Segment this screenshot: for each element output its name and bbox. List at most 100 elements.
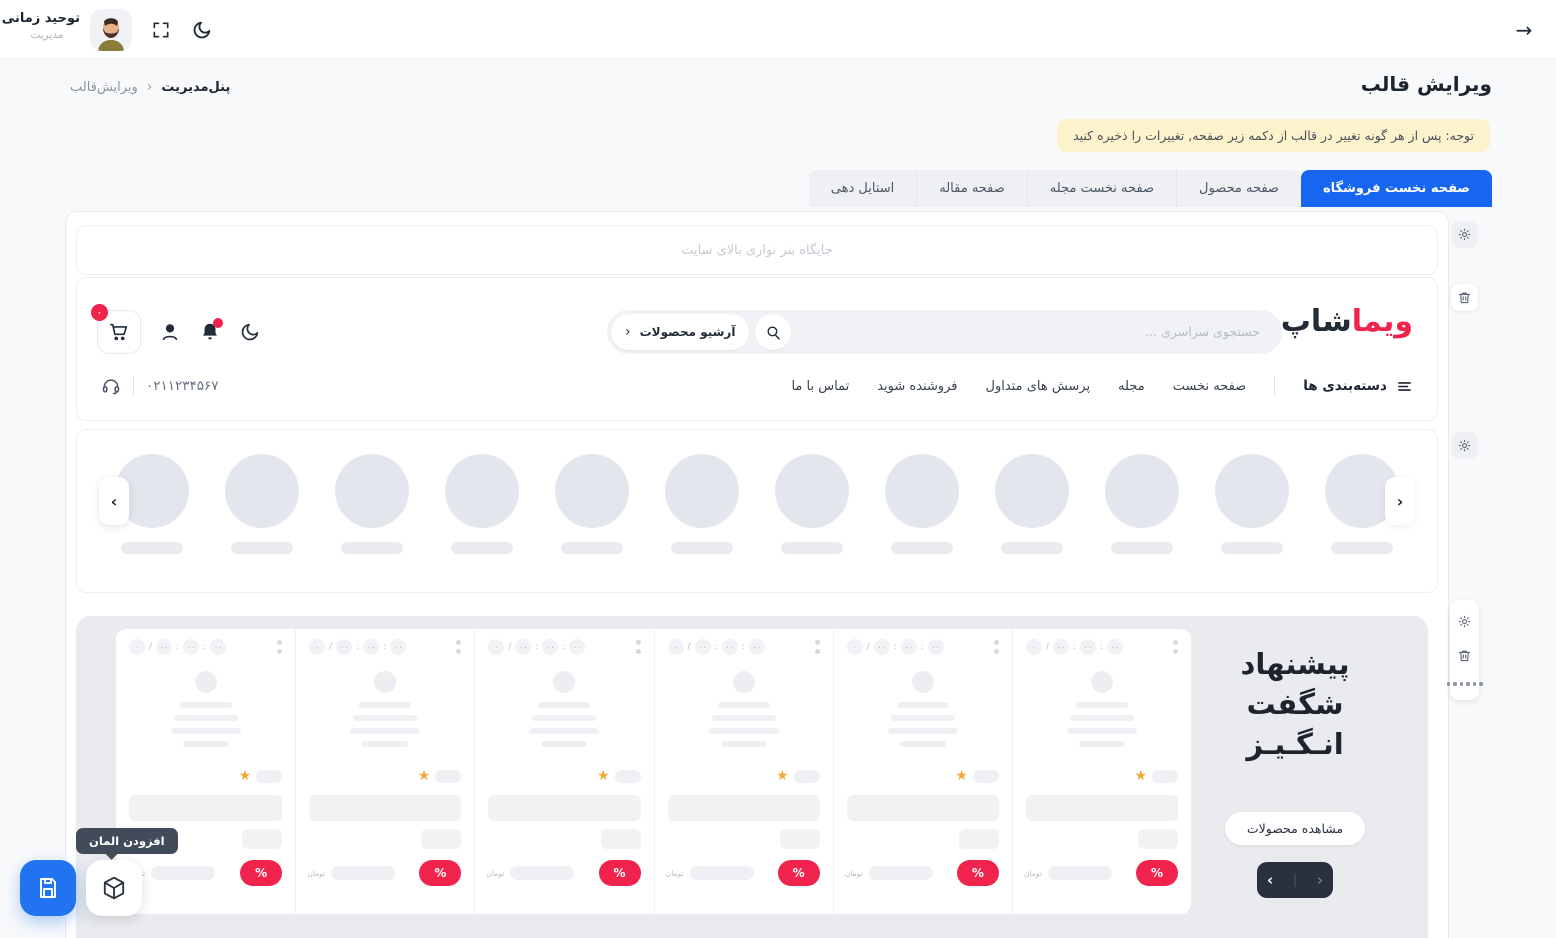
chevron-left-icon: ‹ <box>625 324 631 340</box>
product-card-skeleton: ۰ / ۰۰ : ۰۰ : ۰۰ ★ <box>833 629 1012 914</box>
fullscreen-icon[interactable] <box>149 18 173 42</box>
product-image-placeholder <box>488 671 640 747</box>
breadcrumb-admin-panel[interactable]: پنل‌مدیریت <box>161 80 230 95</box>
admin-topbar: توحید زمانی مدیریت → <box>0 0 1556 59</box>
banner-delete-trash-icon[interactable] <box>1451 284 1478 311</box>
drag-handle-icon[interactable] <box>1447 682 1483 686</box>
category-skeleton-item <box>555 454 629 554</box>
nav-link-contact[interactable]: تماس با ما <box>791 379 849 394</box>
tab-magazine-home[interactable]: صفحه نخست مجله <box>1027 170 1176 207</box>
phone-divider <box>133 376 134 396</box>
carousel-prev-arrow[interactable]: ‹ <box>99 477 129 525</box>
nav-link-magazine[interactable]: مجله <box>1118 379 1145 394</box>
tab-shop-home[interactable]: صفحه نخست فروشگاه <box>1301 170 1492 207</box>
subtitle-placeholder <box>242 829 282 849</box>
kebab-menu-icon <box>636 640 641 654</box>
category-circle-placeholder <box>885 454 959 528</box>
support-phone: ۰۲۱۱۲۳۴۵۶۷ <box>101 376 219 396</box>
search-placeholder: جستجوی سراسری ... <box>1145 324 1260 339</box>
shop-dark-mode-moon-icon[interactable] <box>239 321 261 343</box>
nav-divider <box>1274 376 1275 396</box>
countdown-timer: ۰ / ۰۰ : ۰۰ : ۰۰ <box>1026 639 1123 655</box>
logout-arrow-icon[interactable]: → <box>1510 16 1538 44</box>
subtitle-placeholder <box>1138 829 1178 849</box>
star-icon: ★ <box>776 769 789 783</box>
cart-icon[interactable]: ۰ <box>97 310 141 354</box>
user-account-icon[interactable] <box>159 321 181 343</box>
pagination-prev-icon[interactable]: ‹ <box>1267 871 1273 889</box>
shop-main-nav: دسته‌بندی ها صفحه نخست مجله پرسش های متد… <box>791 376 1413 396</box>
add-element-tooltip: افزودن المان <box>76 828 178 854</box>
nav-link-home[interactable]: صفحه نخست <box>1173 379 1246 394</box>
rating-placeholder <box>973 770 999 783</box>
search-controls: آرشیو محصولات ‹ <box>611 314 791 350</box>
subtitle-placeholder <box>421 829 461 849</box>
price-row: تومان % <box>309 860 461 886</box>
rating-placeholder <box>435 770 461 783</box>
category-label-placeholder <box>671 542 733 554</box>
user-name: توحید زمانی <box>14 11 80 26</box>
tab-article-page[interactable]: صفحه مقاله <box>916 170 1027 207</box>
rating-row: ★ <box>668 769 820 783</box>
price-placeholder <box>151 866 215 880</box>
nav-link-faq[interactable]: پرسش های متداول <box>986 379 1091 394</box>
countdown-timer: ۰ / ۰۰ : ۰۰ : ۰۰ <box>309 639 406 655</box>
shop-logo[interactable]: ویماشاپ <box>1281 304 1413 339</box>
dark-mode-moon-icon[interactable] <box>189 17 215 43</box>
price-row: تومان % <box>488 860 640 886</box>
banner-settings-gear-icon[interactable] <box>1451 221 1478 248</box>
product-card-skeleton: ۰ / ۰۰ : ۰۰ : ۰۰ ★ <box>654 629 833 914</box>
category-label-placeholder <box>231 542 293 554</box>
category-skeleton-row <box>115 454 1399 554</box>
save-floppy-icon <box>36 876 60 900</box>
notifications-bell-icon[interactable] <box>199 321 221 343</box>
star-icon: ★ <box>418 769 431 783</box>
carousel-next-arrow[interactable]: › <box>1385 477 1415 525</box>
carousel-settings-gear-icon[interactable] <box>1451 432 1478 459</box>
category-label-placeholder <box>451 542 513 554</box>
phone-number: ۰۲۱۱۲۳۴۵۶۷ <box>146 378 219 394</box>
amazing-offer-banner: پیشنهاد شگفت انـگـیـز مشاهده محصولات ‹ |… <box>1190 644 1400 898</box>
kebab-menu-icon <box>277 640 282 654</box>
product-image-placeholder <box>668 671 820 747</box>
add-element-button[interactable] <box>86 860 142 916</box>
product-card-skeleton: ۰ / ۰۰ : ۰۰ : ۰۰ ★ <box>295 629 474 914</box>
view-products-button[interactable]: مشاهده محصولات <box>1225 812 1365 845</box>
offer-delete-trash-icon[interactable] <box>1457 648 1472 663</box>
discount-badge: % <box>599 860 641 886</box>
category-circle-placeholder <box>555 454 629 528</box>
price-placeholder <box>690 866 754 880</box>
discount-badge: % <box>419 860 461 886</box>
price-row: تومان % <box>847 860 999 886</box>
rating-placeholder <box>256 770 282 783</box>
title-placeholder <box>847 795 999 821</box>
rating-row: ★ <box>1026 769 1178 783</box>
categories-menu[interactable]: دسته‌بندی ها <box>1303 378 1413 395</box>
breadcrumb: پنل‌مدیریت ‹ ویرایش‌قالب <box>70 79 230 95</box>
shop-header-actions: ۰ <box>97 310 261 354</box>
category-skeleton-item <box>775 454 849 554</box>
price-row: تومان % <box>129 860 282 886</box>
countdown-timer: ۰ / ۰۰ : ۰۰ : ۰۰ <box>129 639 226 655</box>
search-icon[interactable] <box>755 314 791 350</box>
shop-header-section: ۰ جستجوی سراسری <box>76 277 1438 421</box>
pagination-next-icon[interactable]: › <box>1317 871 1323 889</box>
global-search-bar[interactable]: جستجوی سراسری ... آرشیو محصولات ‹ <box>607 310 1282 354</box>
offer-settings-gear-icon[interactable] <box>1457 614 1472 629</box>
kebab-menu-icon <box>815 640 820 654</box>
product-cards-row: ۰ / ۰۰ : ۰۰ : ۰۰ ★ <box>116 629 1191 914</box>
category-skeleton-item <box>995 454 1069 554</box>
amazing-offer-section: ۰ / ۰۰ : ۰۰ : ۰۰ ★ <box>76 616 1428 938</box>
tab-product-page[interactable]: صفحه محصول <box>1176 170 1301 207</box>
products-archive-button[interactable]: آرشیو محصولات ‹ <box>611 314 749 350</box>
breadcrumb-current: ویرایش‌قالب <box>70 80 138 95</box>
top-banner-placeholder[interactable]: جایگاه بنر نواری بالای سایت <box>76 225 1438 275</box>
category-label-placeholder <box>1001 542 1063 554</box>
offer-section-controls <box>1450 600 1479 700</box>
subtitle-placeholder <box>959 829 999 849</box>
avatar[interactable] <box>90 9 132 51</box>
tab-styling[interactable]: استایل دهی <box>809 170 916 207</box>
save-template-button[interactable] <box>20 860 76 916</box>
nav-link-become-seller[interactable]: فروشنده شوید <box>877 379 957 394</box>
user-meta: توحید زمانی مدیریت <box>14 11 80 41</box>
